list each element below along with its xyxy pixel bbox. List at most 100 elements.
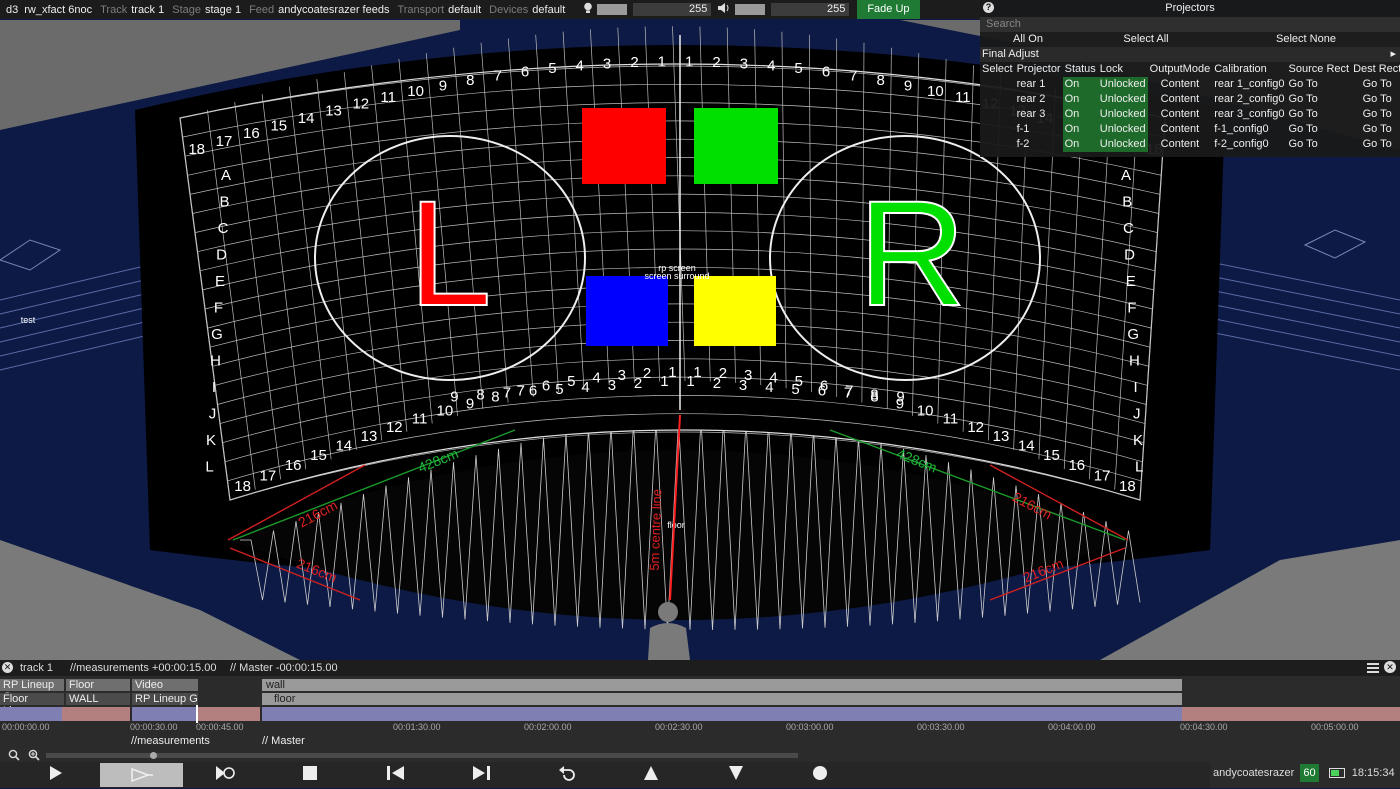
track-value[interactable]: track 1 [131, 4, 164, 16]
output-mode[interactable]: Content [1148, 77, 1213, 92]
lock-toggle[interactable]: Unlocked [1097, 77, 1148, 92]
project-name[interactable]: rw_xfact 6noc [24, 4, 92, 16]
previous-section-icon[interactable] [383, 765, 409, 785]
dest-rect-goto[interactable]: Go To [1351, 92, 1400, 107]
section-strip[interactable] [262, 707, 1182, 721]
layer-rp-lineup[interactable]: RP Lineup G [0, 679, 64, 703]
playhead[interactable] [196, 705, 198, 723]
row-letter-right: C [1123, 220, 1134, 237]
brightness-slider[interactable] [597, 4, 628, 15]
fade-up-button[interactable]: Fade Up [857, 0, 920, 19]
lock-toggle[interactable]: Unlocked [1097, 137, 1148, 152]
final-adjust-row[interactable]: Final Adjust ▸ [980, 47, 1400, 62]
loop-play-icon[interactable] [212, 765, 238, 785]
section-master[interactable]: // Master [262, 735, 305, 747]
col-calibration[interactable]: Calibration [1212, 62, 1286, 77]
section-measurements[interactable]: //measurements [131, 735, 210, 747]
calibration-value[interactable]: f-2_config0 [1212, 137, 1286, 152]
table-row[interactable]: f-1 On Unlocked Content f-1_config0 Go T… [980, 122, 1400, 137]
select-checkbox[interactable] [980, 137, 1015, 152]
dest-rect-goto[interactable]: Go To [1351, 137, 1400, 152]
lock-toggle[interactable]: Unlocked [1097, 107, 1148, 122]
column-number-top: 3 [740, 55, 748, 72]
table-row[interactable]: rear 3 On Unlocked Content rear 3_config… [980, 107, 1400, 122]
scrollbar-thumb[interactable] [150, 752, 157, 759]
timeline-scrollbar[interactable] [46, 753, 798, 758]
select-checkbox[interactable] [980, 107, 1015, 122]
timeline-menu-icon[interactable] [1367, 662, 1379, 678]
column-number-middle: 3 [608, 377, 616, 394]
lock-toggle[interactable]: Unlocked [1097, 122, 1148, 137]
source-rect-goto[interactable]: Go To [1287, 137, 1352, 152]
dest-rect-goto[interactable]: Go To [1351, 77, 1400, 92]
col-select[interactable]: Select [980, 62, 1015, 77]
output-mode[interactable]: Content [1148, 137, 1213, 152]
select-checkbox[interactable] [980, 77, 1015, 92]
calibration-value[interactable]: rear 1_config0 [1212, 77, 1286, 92]
section-strip[interactable] [132, 707, 196, 721]
layer-floor-lineup[interactable]: Floor Lineup [0, 693, 64, 717]
return-icon[interactable] [554, 765, 580, 785]
select-all-button[interactable]: Select All [1076, 32, 1216, 47]
section-strip[interactable] [196, 707, 260, 721]
column-number-bottom: 10 [917, 403, 934, 420]
next-section-icon[interactable] [468, 765, 494, 785]
layer-video[interactable]: Video [132, 679, 198, 691]
all-on-button[interactable]: All On [980, 32, 1076, 47]
calibration-value[interactable]: f-1_config0 [1212, 122, 1286, 137]
stage-value[interactable]: stage 1 [205, 4, 241, 16]
source-rect-goto[interactable]: Go To [1287, 92, 1352, 107]
status-toggle[interactable]: On [1062, 137, 1098, 152]
floor-clip[interactable]: floor [262, 693, 1182, 705]
table-row[interactable]: rear 1 On Unlocked Content rear 1_config… [980, 77, 1400, 92]
select-checkbox[interactable] [980, 122, 1015, 137]
help-icon[interactable]: ? [983, 2, 994, 13]
output-mode[interactable]: Content [1148, 107, 1213, 122]
transport-value[interactable]: default [448, 4, 481, 16]
col-lock[interactable]: Lock [1098, 62, 1148, 77]
section-strip[interactable] [62, 707, 130, 721]
devices-value[interactable]: default [532, 4, 565, 16]
play-to-end-icon[interactable] [100, 763, 183, 787]
col-dest-rect[interactable]: Dest Rect [1351, 62, 1400, 77]
select-none-button[interactable]: Select None [1216, 32, 1396, 47]
wall-clip[interactable]: wall [262, 679, 1182, 691]
status-toggle[interactable]: On [1062, 77, 1098, 92]
brightness-value[interactable]: 255 [633, 3, 712, 16]
close-timeline-icon[interactable]: ✕ [1384, 661, 1396, 673]
lock-toggle[interactable]: Unlocked [1097, 92, 1148, 107]
status-toggle[interactable]: On [1062, 107, 1098, 122]
dest-rect-goto[interactable]: Go To [1351, 107, 1400, 122]
calibration-value[interactable]: rear 3_config0 [1212, 107, 1286, 122]
triangle-down-icon[interactable] [723, 765, 749, 785]
table-row[interactable]: rear 2 On Unlocked Content rear 2_config… [980, 92, 1400, 107]
section-strip[interactable] [1182, 707, 1400, 721]
col-source-rect[interactable]: Source Rect [1287, 62, 1352, 77]
dest-rect-goto[interactable]: Go To [1351, 122, 1400, 137]
layer-wall[interactable]: WALL [66, 693, 130, 705]
layer-floor[interactable]: Floor [66, 679, 130, 691]
source-rect-goto[interactable]: Go To [1287, 107, 1352, 122]
col-projector[interactable]: Projector [1015, 62, 1063, 77]
layer-rp-lineup-2[interactable]: RP Lineup G [132, 693, 198, 705]
status-toggle[interactable]: On [1062, 92, 1098, 107]
col-output-mode[interactable]: OutputMode [1148, 62, 1213, 77]
stop-icon[interactable] [297, 765, 323, 785]
status-toggle[interactable]: On [1062, 122, 1098, 137]
record-icon[interactable] [807, 765, 833, 785]
projector-search-input[interactable]: Search [980, 17, 1400, 32]
table-row[interactable]: f-2 On Unlocked Content f-2_config0 Go T… [980, 137, 1400, 152]
col-status[interactable]: Status [1063, 62, 1098, 77]
volume-value[interactable]: 255 [771, 3, 850, 16]
select-checkbox[interactable] [980, 92, 1015, 107]
output-mode[interactable]: Content [1148, 122, 1213, 137]
calibration-value[interactable]: rear 2_config0 [1212, 92, 1286, 107]
source-rect-goto[interactable]: Go To [1287, 122, 1352, 137]
feed-value[interactable]: andycoatesrazer feeds [278, 4, 389, 16]
output-mode[interactable]: Content [1148, 92, 1213, 107]
source-rect-goto[interactable]: Go To [1287, 77, 1352, 92]
triangle-up-icon[interactable] [638, 765, 664, 785]
play-icon[interactable] [42, 765, 68, 785]
volume-slider[interactable] [735, 4, 766, 15]
close-track-icon[interactable]: ✕ [2, 662, 13, 673]
